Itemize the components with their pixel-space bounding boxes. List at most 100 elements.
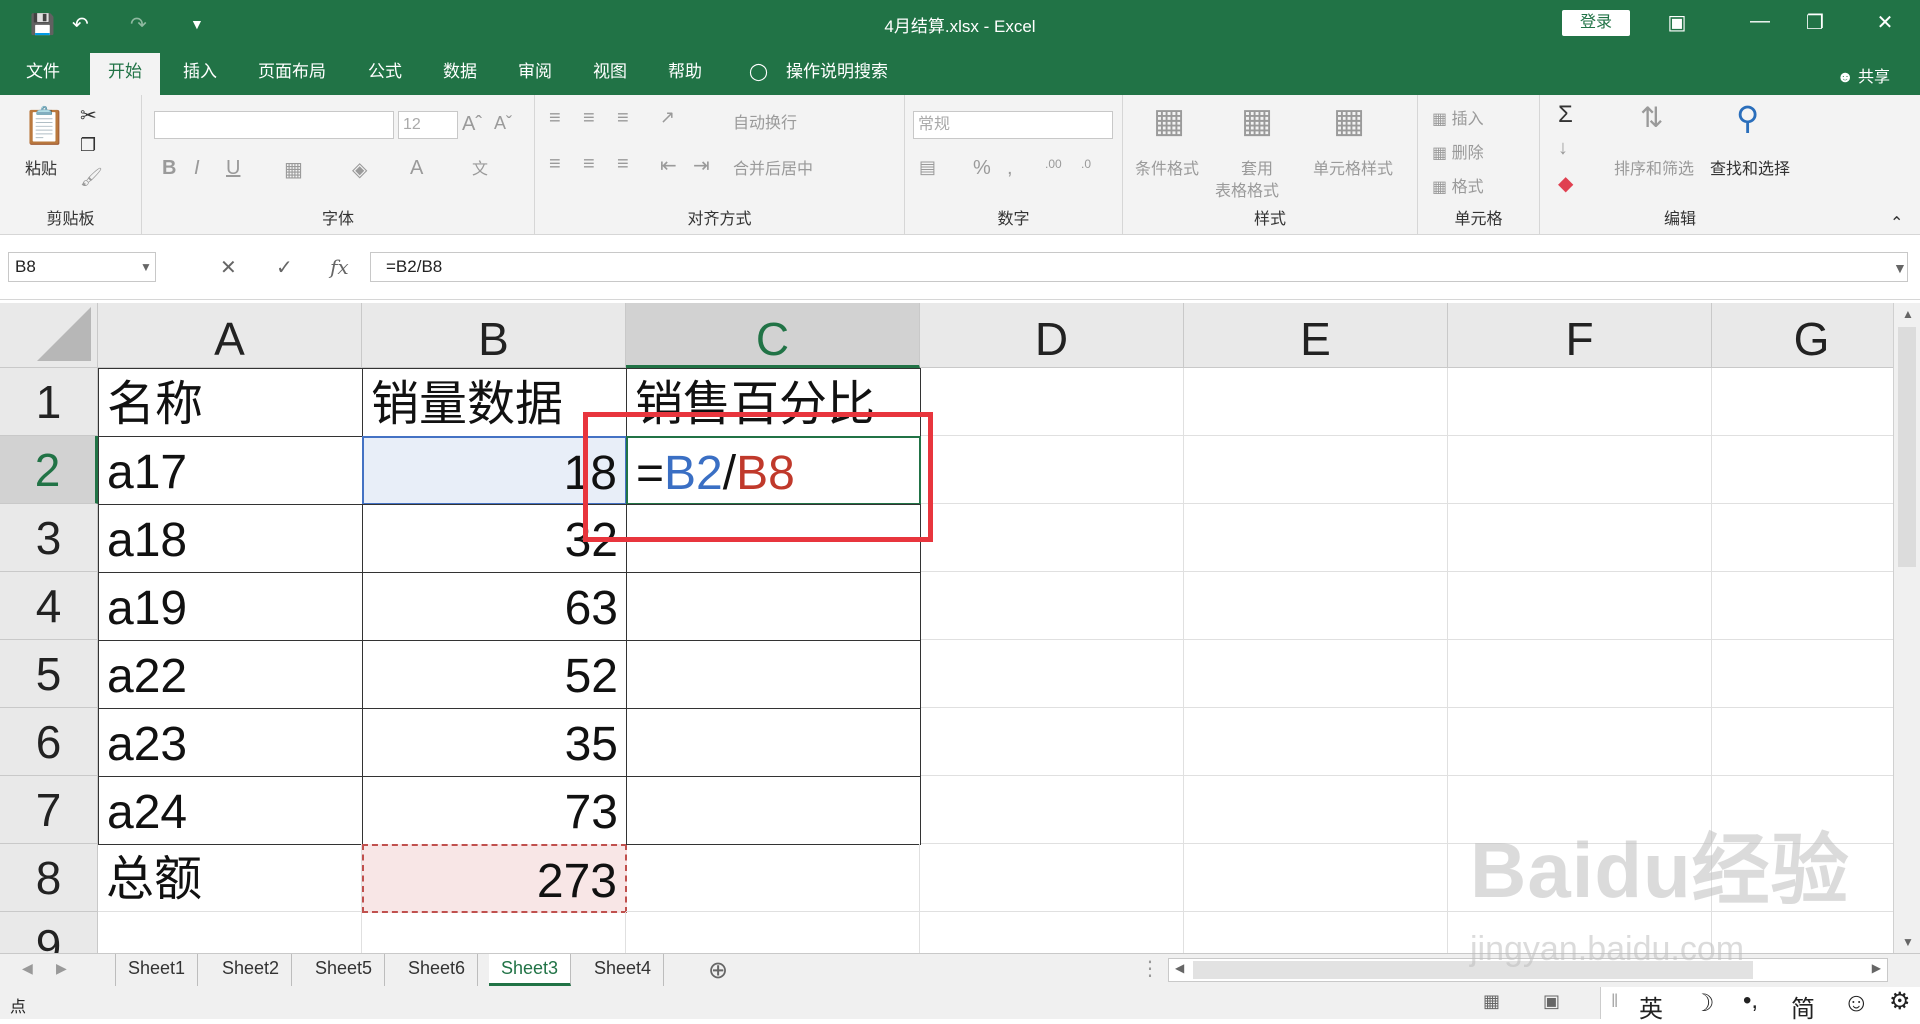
- tab-view[interactable]: 视图: [589, 47, 631, 95]
- enter-icon[interactable]: ✓: [276, 255, 293, 280]
- decrease-decimal-icon[interactable]: .0: [1081, 157, 1091, 171]
- cell-styles-button[interactable]: 单元格样式: [1313, 155, 1393, 179]
- tab-file[interactable]: 文件: [22, 47, 64, 95]
- minimize-icon[interactable]: —: [1745, 10, 1775, 33]
- ribbon-display-icon[interactable]: ▣: [1662, 10, 1692, 35]
- cell-a6[interactable]: a23: [98, 708, 363, 777]
- tab-page-layout[interactable]: 页面布局: [254, 47, 330, 95]
- col-header-a[interactable]: A: [98, 303, 362, 368]
- formula-input[interactable]: =B2/B8: [370, 252, 1908, 282]
- font-color-icon[interactable]: A: [410, 157, 423, 180]
- scroll-left-icon[interactable]: ◀: [1175, 961, 1184, 975]
- cell-a9[interactable]: [98, 912, 362, 953]
- orientation-icon[interactable]: ↗: [660, 107, 675, 128]
- align-right-icon[interactable]: ≡: [617, 153, 629, 176]
- cell-a8[interactable]: 总额: [98, 844, 362, 912]
- cell-c8[interactable]: [626, 844, 920, 912]
- cell-b6[interactable]: 35: [362, 708, 627, 777]
- scroll-right-icon[interactable]: ▶: [1872, 961, 1881, 975]
- vertical-scrollbar[interactable]: ▲ ▼: [1893, 303, 1920, 953]
- conditional-format-icon[interactable]: ▦: [1153, 101, 1185, 141]
- name-box[interactable]: B8: [8, 252, 156, 282]
- bold-icon[interactable]: B: [162, 157, 176, 180]
- paste-icon[interactable]: 📋: [22, 105, 67, 147]
- increase-font-icon[interactable]: Aˆ: [462, 113, 482, 136]
- gear-icon[interactable]: ⚙: [1889, 987, 1911, 1016]
- tab-split-handle[interactable]: ⋮: [1140, 956, 1160, 981]
- format-table-icon[interactable]: ▦: [1241, 101, 1273, 141]
- number-format-combo[interactable]: 常规: [913, 111, 1113, 139]
- col-header-b[interactable]: B: [362, 303, 626, 368]
- cell-a7[interactable]: a24: [98, 776, 363, 845]
- insert-function-icon[interactable]: fx: [330, 255, 349, 279]
- close-icon[interactable]: ✕: [1870, 10, 1900, 35]
- moon-icon[interactable]: ☽: [1693, 989, 1715, 1018]
- format-table-button-line2[interactable]: 表格格式: [1215, 177, 1279, 201]
- align-bottom-icon[interactable]: ≡: [617, 107, 629, 130]
- sheet-tab-sheet1[interactable]: Sheet1: [115, 954, 199, 986]
- align-middle-icon[interactable]: ≡: [583, 107, 595, 130]
- row-header-3[interactable]: 3: [0, 504, 98, 572]
- cell-c5[interactable]: [626, 640, 921, 709]
- increase-decimal-icon[interactable]: .00: [1045, 157, 1062, 171]
- tab-formulas[interactable]: 公式: [364, 47, 406, 95]
- cell-c7[interactable]: [626, 776, 921, 845]
- clear-icon[interactable]: ◆: [1558, 171, 1573, 196]
- cell-a2[interactable]: a17: [98, 436, 363, 505]
- font-name-combo[interactable]: [154, 111, 394, 139]
- row-header-9[interactable]: 9: [0, 912, 98, 953]
- row-header-5[interactable]: 5: [0, 640, 98, 708]
- autosum-icon[interactable]: Σ: [1558, 101, 1573, 129]
- col-header-g[interactable]: G: [1712, 303, 1912, 368]
- align-center-icon[interactable]: ≡: [583, 153, 595, 176]
- name-box-dropdown-icon[interactable]: ▼: [140, 260, 152, 274]
- decrease-indent-icon[interactable]: ⇤: [660, 153, 677, 178]
- expand-formula-icon[interactable]: ▼: [1893, 260, 1907, 276]
- cell-a1[interactable]: 名称: [98, 368, 363, 437]
- conditional-format-button[interactable]: 条件格式: [1135, 155, 1199, 179]
- delete-cells-button[interactable]: ▦ 删除: [1432, 139, 1484, 163]
- copy-icon[interactable]: ❐: [80, 135, 96, 156]
- format-cells-button[interactable]: ▦ 格式: [1432, 173, 1484, 197]
- underline-icon[interactable]: U: [226, 157, 240, 180]
- col-header-d[interactable]: D: [920, 303, 1184, 368]
- login-button[interactable]: 登录: [1562, 10, 1630, 36]
- cell-c9[interactable]: [626, 912, 920, 953]
- fill-color-icon[interactable]: ◈: [352, 157, 367, 182]
- scroll-up-icon[interactable]: ▲: [1902, 307, 1914, 321]
- cell-a3[interactable]: a18: [98, 504, 363, 573]
- fill-icon[interactable]: ↓: [1558, 137, 1568, 160]
- cut-icon[interactable]: ✂: [80, 103, 97, 128]
- normal-view-icon[interactable]: ▦: [1483, 991, 1500, 1012]
- new-sheet-icon[interactable]: ⊕: [708, 956, 728, 985]
- sheet-tab-sheet2[interactable]: Sheet2: [210, 954, 293, 986]
- row-header-6[interactable]: 6: [0, 708, 98, 776]
- tab-review[interactable]: 审阅: [514, 47, 556, 95]
- select-all-corner[interactable]: [0, 303, 98, 368]
- cell-c6[interactable]: [626, 708, 921, 777]
- percent-style-icon[interactable]: %: [973, 157, 991, 180]
- row-header-8[interactable]: 8: [0, 844, 98, 912]
- prev-sheet-icon[interactable]: ◀: [22, 960, 33, 977]
- sheet-tab-sheet4[interactable]: Sheet4: [582, 954, 665, 986]
- cell-b8[interactable]: 273: [362, 844, 627, 913]
- page-layout-view-icon[interactable]: ▣: [1543, 991, 1560, 1012]
- ime-handle[interactable]: ‖: [1611, 991, 1618, 1012]
- cell-b4[interactable]: 63: [362, 572, 627, 641]
- row-header-1[interactable]: 1: [0, 368, 98, 436]
- insert-cells-button[interactable]: ▦ 插入: [1432, 105, 1484, 129]
- sheet-tab-sheet5[interactable]: Sheet5: [303, 954, 386, 986]
- punctuation-icon[interactable]: •,: [1743, 987, 1758, 1015]
- vertical-scroll-thumb[interactable]: [1898, 327, 1916, 567]
- cell-c4[interactable]: [626, 572, 921, 641]
- tab-home[interactable]: 开始: [90, 53, 160, 101]
- cancel-icon[interactable]: ✕: [220, 255, 237, 280]
- cell-b5[interactable]: 52: [362, 640, 627, 709]
- emoji-icon[interactable]: ☺: [1843, 987, 1870, 1018]
- sort-filter-button[interactable]: 排序和筛选: [1614, 155, 1694, 179]
- paste-label[interactable]: 粘贴: [25, 155, 57, 179]
- wrap-text-button[interactable]: 自动换行: [733, 109, 797, 133]
- find-select-icon[interactable]: ⚲: [1736, 99, 1759, 137]
- format-table-button[interactable]: 套用: [1241, 155, 1273, 179]
- border-icon[interactable]: ▦: [284, 157, 303, 182]
